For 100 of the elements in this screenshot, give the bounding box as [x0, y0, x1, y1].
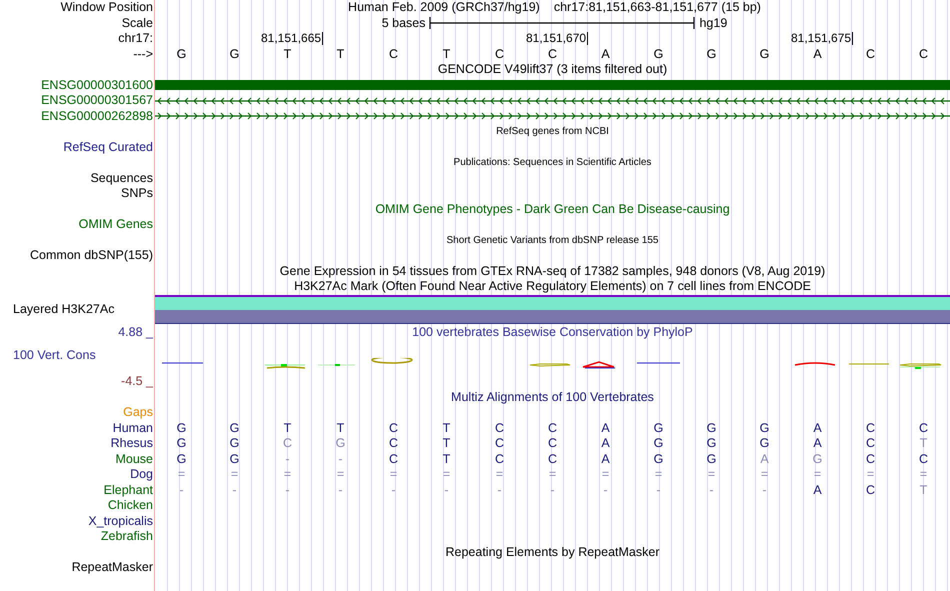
- aligned-base: -: [179, 482, 184, 497]
- aligned-base: G: [336, 436, 346, 450]
- track-label: ENSG00000301567: [41, 93, 153, 107]
- track-label: Human: [112, 420, 153, 434]
- base-letter: T: [336, 46, 344, 61]
- aligned-base: C: [388, 436, 398, 450]
- track-label: OMIM Genes: [78, 217, 153, 231]
- aligned-base: G: [654, 436, 664, 450]
- aligned-base: G: [230, 452, 240, 466]
- track-title: Repeating Elements by RepeatMasker: [445, 544, 660, 560]
- aligned-base: C: [866, 436, 876, 450]
- aligned-base: -: [285, 452, 290, 466]
- aligned-base: A: [760, 452, 769, 466]
- track-label: ENSG00000301600: [41, 78, 153, 92]
- track-title: Publications: Sequences in Scientific Articles: [454, 156, 652, 170]
- aligned-base: C: [548, 452, 558, 466]
- aligned-base: T: [442, 452, 450, 466]
- aligned-base: T: [442, 420, 450, 435]
- base-letter: C: [494, 46, 504, 61]
- track-label: ENSG00000262898: [41, 108, 153, 122]
- aligned-base: C: [388, 452, 398, 466]
- aligned-base: -: [338, 452, 343, 466]
- scale-assembly: hg19: [699, 16, 728, 31]
- aligned-base: A: [601, 452, 610, 466]
- base-letter: C: [388, 46, 398, 61]
- aligned-base: =: [496, 467, 504, 482]
- track-title: Multiz Alignments of 100 Vertebrates: [451, 390, 654, 405]
- base-letter: A: [601, 46, 610, 61]
- aligned-base: C: [494, 436, 504, 450]
- aligned-base: -: [391, 482, 396, 497]
- aligned-base: =: [336, 467, 344, 482]
- aligned-base: =: [602, 467, 610, 482]
- track-title: GENCODE V49lift37 (3 items filtered out): [438, 62, 668, 78]
- aligned-base: =: [814, 467, 822, 482]
- aligned-base: G: [654, 420, 664, 435]
- scale-length: 5 bases: [382, 16, 426, 31]
- aligned-base: G: [176, 452, 186, 466]
- aligned-base: T: [920, 482, 928, 497]
- ruler-tick: 81,151,665: [261, 32, 324, 46]
- aligned-base: C: [548, 420, 558, 435]
- aligned-base: T: [920, 436, 928, 450]
- track-label: Zebrafish: [100, 529, 153, 543]
- axis-value: -4.5 _: [121, 374, 153, 388]
- strand-arrow: --->: [133, 46, 153, 60]
- aligned-base: G: [230, 436, 240, 450]
- base-letter: G: [176, 46, 186, 61]
- track-label: Chicken: [108, 498, 153, 512]
- aligned-base: -: [232, 482, 237, 497]
- track-label: Gaps: [123, 405, 153, 419]
- aligned-base: =: [284, 467, 292, 482]
- aligned-base: -: [709, 482, 714, 497]
- track-label: Layered H3K27Ac: [13, 302, 114, 317]
- aligned-base: =: [708, 467, 716, 482]
- aligned-base: -: [656, 482, 661, 497]
- track-label: Mouse: [115, 452, 153, 466]
- aligned-base: =: [390, 467, 398, 482]
- position-text: chr17:81,151,663-81,151,677 (15 bp): [554, 0, 761, 16]
- track-title: 100 vertebrates Basewise Conservation by PhyloP: [412, 324, 693, 340]
- aligned-base: C: [918, 420, 928, 435]
- aligned-base: G: [706, 452, 716, 466]
- aligned-base: G: [812, 452, 822, 466]
- aligned-base: G: [654, 452, 664, 466]
- aligned-base: A: [813, 436, 822, 450]
- aligned-base: A: [601, 420, 610, 435]
- base-letter: G: [760, 46, 770, 61]
- track-label: Dog: [130, 467, 153, 481]
- base-letter: G: [654, 46, 664, 61]
- base-letter: G: [706, 46, 716, 61]
- aligned-base: C: [282, 436, 292, 450]
- track-label: SNPs: [121, 186, 153, 200]
- aligned-base: -: [497, 482, 502, 497]
- aligned-base: G: [760, 420, 770, 435]
- base-letter: C: [548, 46, 558, 61]
- aligned-base: C: [494, 452, 504, 466]
- aligned-base: T: [284, 420, 292, 435]
- aligned-base: -: [762, 482, 767, 497]
- track-label: RefSeq Curated: [63, 140, 153, 154]
- aligned-base: G: [760, 436, 770, 450]
- aligned-base: T: [336, 420, 344, 435]
- aligned-base: -: [550, 482, 555, 497]
- track-label: Elephant: [104, 482, 153, 496]
- aligned-base: =: [548, 467, 556, 482]
- track-title: H3K27Ac Mark (Often Found Near Active Regulatory Elements) on 7 cell lines from ENCODE: [294, 279, 811, 294]
- aligned-base: -: [285, 482, 290, 497]
- track-label: chr17:: [118, 31, 153, 45]
- base-letter: C: [866, 46, 876, 61]
- track-title: Gene Expression in 54 tissues from GTEx RNA-seq of 17382 samples, 948 donors (V8, Aug 2019): [280, 264, 826, 279]
- base-letter: C: [918, 46, 928, 61]
- aligned-base: =: [230, 467, 238, 482]
- aligned-base: G: [230, 420, 240, 435]
- aligned-base: =: [866, 467, 874, 482]
- track-label: Sequences: [90, 170, 153, 184]
- axis-value: 4.88 _: [118, 324, 153, 338]
- track-title: RefSeq genes from NCBI: [496, 125, 609, 140]
- aligned-base: =: [654, 467, 662, 482]
- aligned-base: G: [706, 420, 716, 435]
- aligned-base: G: [176, 436, 186, 450]
- base-letter: G: [230, 46, 240, 61]
- track-label: RepeatMasker: [72, 560, 153, 574]
- track-label: Scale: [122, 16, 153, 30]
